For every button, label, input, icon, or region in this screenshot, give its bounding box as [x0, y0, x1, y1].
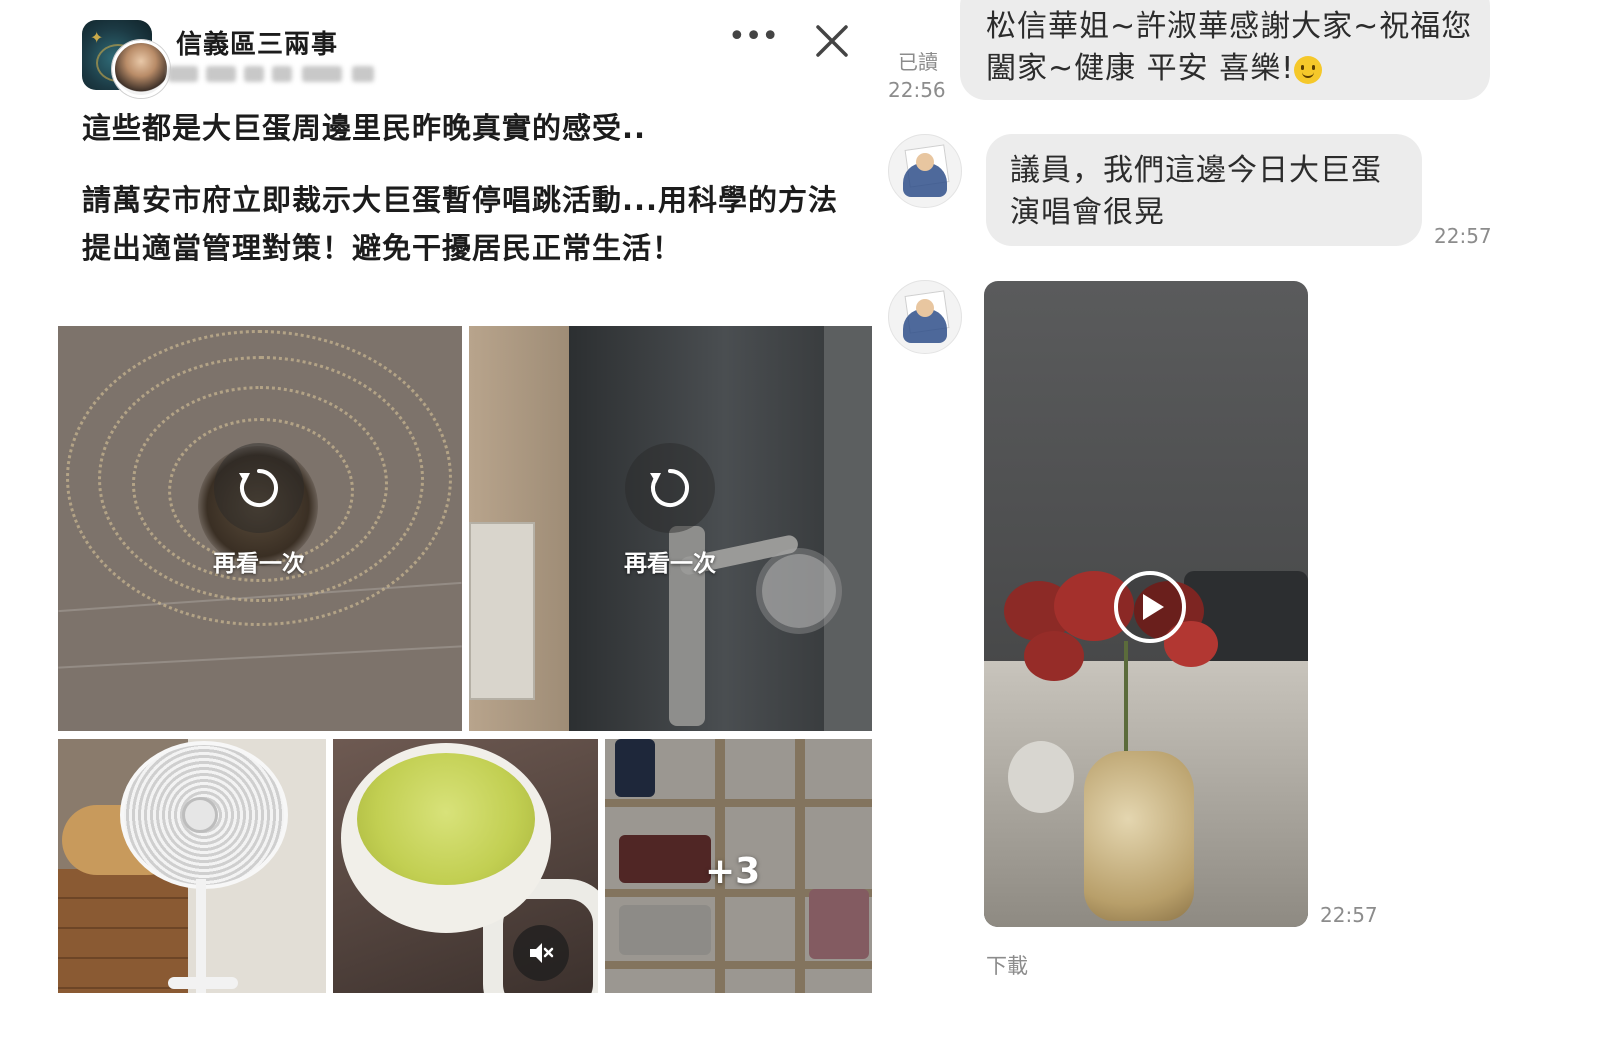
outgoing-message-text: 松信華姐~許淑華感謝大家~祝福您闔家~健康 平安 喜樂!: [986, 9, 1473, 86]
play-button[interactable]: [1114, 571, 1186, 643]
vase: [1084, 751, 1194, 921]
replay-icon: [650, 469, 689, 507]
post-video-cup[interactable]: [333, 739, 598, 993]
sender-avatar[interactable]: [888, 280, 962, 354]
replay-button-1[interactable]: [214, 443, 304, 533]
mute-icon: [530, 943, 554, 963]
post-video-chandelier[interactable]: 再看一次: [58, 326, 462, 731]
message-time-3: 22:57: [1320, 903, 1378, 927]
page-name[interactable]: 信義區三兩事: [176, 24, 338, 61]
sender-avatar[interactable]: [888, 134, 962, 208]
smile-emoji-icon: [1294, 56, 1323, 84]
replay-button-2[interactable]: [625, 443, 715, 533]
replay-label-2: 再看一次: [624, 551, 716, 577]
deer-logo-icon: ✦: [90, 28, 104, 47]
post-photo-fan[interactable]: [58, 739, 326, 993]
message-time-2: 22:57: [1434, 224, 1492, 248]
user-avatar[interactable]: [112, 40, 170, 98]
read-receipt: 已讀: [898, 50, 938, 74]
play-icon: [1143, 594, 1164, 620]
post-text-line-1: 這些都是大巨蛋周邊里民昨晚真實的感受..: [82, 111, 647, 145]
blurred-author-meta: [168, 64, 388, 86]
more-options-icon[interactable]: •••: [728, 22, 779, 58]
close-icon[interactable]: [812, 20, 852, 62]
post-video-door[interactable]: 再看一次: [469, 326, 872, 731]
replay-label-1: 再看一次: [213, 551, 305, 577]
mute-button[interactable]: [513, 925, 569, 981]
light-switch: [469, 522, 535, 700]
post-photo-closet-more[interactable]: +3: [605, 739, 872, 993]
post-text-line-2: 請萬安市府立即裁示大巨蛋暫停唱跳活動...用科學的方法提出適當管理對策！避免干擾…: [82, 183, 839, 265]
message-time-1: 22:56: [888, 78, 946, 102]
incoming-message-text: 議員，我們這邊今日大巨蛋演唱會很晃: [1010, 153, 1382, 230]
more-photos-count[interactable]: +3: [705, 851, 760, 892]
replay-icon: [239, 469, 278, 507]
download-link[interactable]: 下載: [986, 950, 1028, 980]
touch-indicator: [762, 554, 836, 628]
post-author-avatars[interactable]: ✦: [82, 20, 170, 98]
